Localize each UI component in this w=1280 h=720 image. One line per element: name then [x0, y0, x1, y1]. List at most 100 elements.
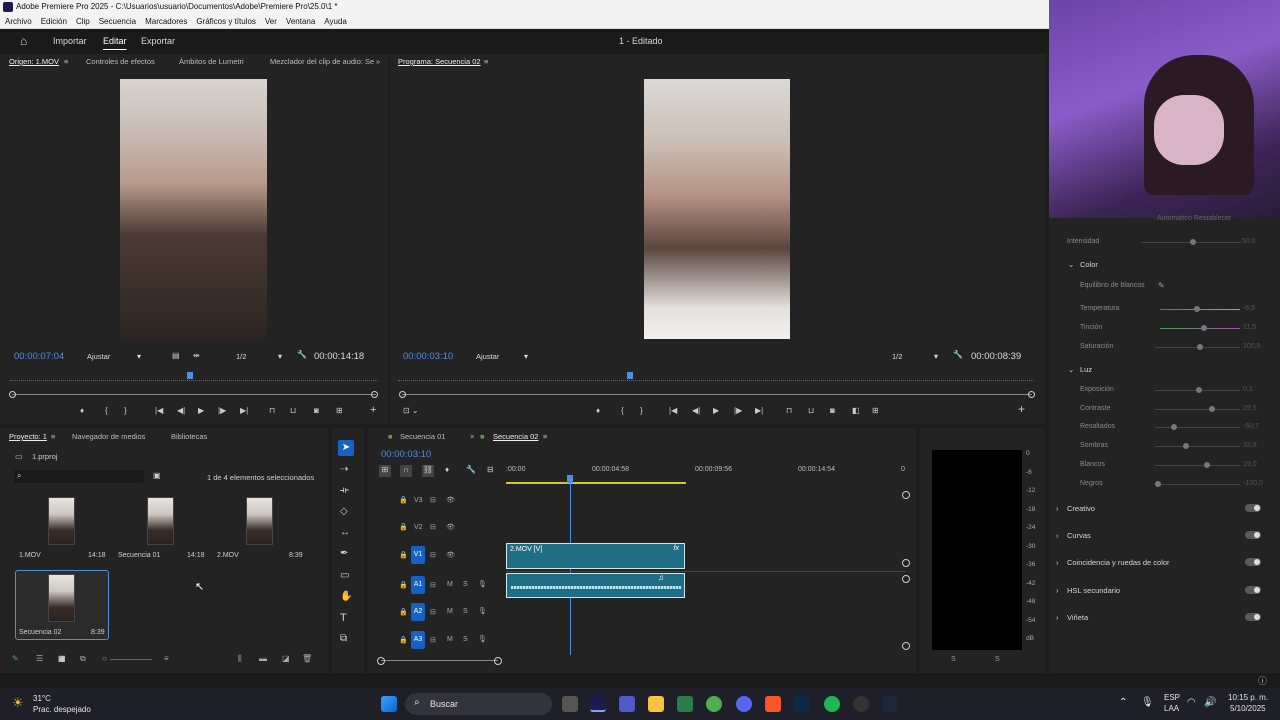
menu-clip[interactable]: Clip	[76, 14, 90, 28]
chevron-down-icon[interactable]: ⌄	[1068, 260, 1074, 269]
solo-right[interactable]: S	[995, 656, 1000, 663]
teams-icon[interactable]	[619, 696, 635, 712]
color-wheels-toggle[interactable]	[1245, 558, 1261, 566]
blacks-knob[interactable]	[1155, 481, 1161, 487]
nest-icon[interactable]: ⊞	[379, 465, 391, 477]
play-icon[interactable]: ▶	[713, 406, 719, 415]
tab-program[interactable]: Programa: Secuencia 02	[398, 54, 481, 70]
solo-left[interactable]: S	[951, 656, 956, 663]
zoom-handle-left[interactable]	[9, 391, 16, 398]
chevron-right-icon[interactable]: ›	[1056, 504, 1059, 513]
zoom-handle-right[interactable]	[371, 391, 378, 398]
microphone-icon[interactable]: 🎙	[1141, 697, 1154, 708]
chevron-right-icon[interactable]: ›	[1056, 558, 1059, 567]
source-fit-dropdown[interactable]: Ajustar	[87, 351, 141, 363]
timeline-ruler[interactable]: :00:00 00:00:04:58 00:00:09:56 00:00:14:…	[506, 466, 906, 478]
hand-icon[interactable]: ✋	[340, 591, 352, 602]
program-ruler[interactable]	[398, 375, 1034, 381]
sync-icon[interactable]: ⊟	[430, 523, 436, 531]
icon-view-icon[interactable]: ▦	[58, 654, 66, 663]
item-name[interactable]: Secuencia 01	[118, 552, 160, 559]
eye-icon[interactable]: 👁	[446, 523, 455, 531]
sort-icon[interactable]: ≡	[164, 654, 169, 663]
lock-icon[interactable]: 🔒	[399, 636, 408, 644]
program-fit-dropdown[interactable]: Ajustar	[476, 351, 528, 363]
lock-icon[interactable]: 🔒	[399, 496, 408, 504]
zoom-handle-left[interactable]	[399, 391, 406, 398]
shadows-slider[interactable]	[1155, 446, 1240, 447]
source-playhead[interactable]	[187, 372, 193, 379]
mic-icon[interactable]: 🎙	[478, 607, 487, 615]
freeform-view-icon[interactable]: ⧉	[80, 654, 86, 664]
track-label-a1[interactable]: A1	[411, 576, 425, 594]
eye-icon[interactable]: 👁	[446, 551, 455, 559]
contrast-slider[interactable]	[1155, 409, 1240, 410]
new-item-icon[interactable]: ◪	[282, 654, 290, 663]
audio-clip[interactable]: ♫	[506, 573, 685, 598]
exposure-value[interactable]: 0,1	[1243, 386, 1253, 393]
premiere-taskbar-icon[interactable]	[590, 696, 606, 712]
tab-audio-mixer[interactable]: Mezclador del clip de audio: Se	[270, 54, 374, 70]
camera-icon[interactable]: ◙	[314, 406, 319, 415]
timeline-zoom-bar[interactable]	[381, 660, 498, 661]
sync-icon[interactable]: ⊟	[430, 496, 436, 504]
zoom-slider[interactable]	[110, 659, 152, 660]
new-bin-icon[interactable]: ▣	[153, 471, 161, 480]
menu-edicion[interactable]: Edición	[41, 14, 67, 28]
add-icon[interactable]: +	[1018, 402, 1025, 416]
step-back-icon[interactable]: ◀|	[692, 406, 700, 415]
mark-out-icon[interactable]: }	[640, 406, 643, 415]
chevron-up-icon[interactable]: ⌃	[1119, 697, 1127, 708]
button-editor-icon[interactable]: ⊞	[336, 406, 343, 415]
timeline-timecode[interactable]: 00:00:03:10	[381, 449, 431, 460]
temperature[interactable]: 31°C	[33, 694, 51, 703]
shadows-value[interactable]: 32,8	[1243, 442, 1257, 449]
menu-graficos[interactable]: Gráficos y títulos	[196, 14, 256, 28]
chrome-icon[interactable]	[706, 696, 722, 712]
track-label-a2[interactable]: A2	[411, 603, 425, 621]
mark-in-icon[interactable]: {	[621, 406, 624, 415]
taskbar-search[interactable]: ⌕ Buscar	[405, 693, 552, 715]
add-marker-icon[interactable]: ♦	[445, 465, 449, 474]
chevron-down-icon[interactable]: ⌄	[1068, 365, 1074, 374]
insert-icon[interactable]: ⇹	[193, 351, 200, 360]
menu-ayuda[interactable]: Ayuda	[324, 14, 347, 28]
mark-out-icon[interactable]: }	[124, 406, 127, 415]
shadows-knob[interactable]	[1183, 443, 1189, 449]
color-section-title[interactable]: Color	[1080, 260, 1098, 269]
sync-icon[interactable]: ⊟	[430, 636, 436, 644]
step-forward-icon[interactable]: |▶	[218, 406, 226, 415]
type-icon[interactable]: T	[340, 612, 347, 624]
obs-icon[interactable]	[853, 696, 869, 712]
list-view-icon[interactable]: ☰	[36, 654, 43, 663]
item-name[interactable]: Secuencia 02	[19, 629, 61, 636]
track-label-v2[interactable]: V2	[414, 524, 423, 531]
tint-slider[interactable]	[1160, 328, 1240, 329]
tab-source[interactable]: Origen: 1.MOV	[9, 54, 59, 70]
sync-icon[interactable]: ⊟	[430, 608, 436, 616]
highlights-value[interactable]: -60,7	[1243, 423, 1259, 430]
curves-section[interactable]: Curvas	[1067, 531, 1091, 540]
lock-icon[interactable]: 🔒	[399, 581, 408, 589]
insert-clip-icon[interactable]: ⊓	[269, 406, 275, 415]
timeline-zoom-left[interactable]	[377, 657, 385, 665]
task-view-icon[interactable]	[562, 696, 578, 712]
tab-libraries[interactable]: Bibliotecas	[171, 428, 207, 446]
saturation-value[interactable]: 100,0	[1243, 343, 1261, 350]
file-explorer-icon[interactable]	[648, 696, 664, 712]
play-icon[interactable]: ▶	[198, 406, 204, 415]
lock-icon[interactable]: 🔒	[399, 551, 408, 559]
overwrite-icon[interactable]: ⊔	[290, 406, 296, 415]
chevron-right-icon[interactable]: ›	[1056, 531, 1059, 540]
wifi-icon[interactable]: ◠	[1187, 697, 1196, 708]
menu-archivo[interactable]: Archivo	[5, 14, 32, 28]
clock-date[interactable]: 5/10/2025	[1230, 704, 1266, 713]
speaker-icon[interactable]: 🔊	[1204, 697, 1216, 708]
slip-icon[interactable]: ↔	[340, 527, 350, 538]
color-wheels-section[interactable]: Coincidencia y ruedas de color	[1067, 558, 1170, 567]
button-editor-icon[interactable]: ⊞	[872, 406, 879, 415]
exposure-knob[interactable]	[1196, 387, 1202, 393]
contrast-knob[interactable]	[1209, 406, 1215, 412]
hsl-toggle[interactable]	[1245, 586, 1261, 594]
whites-slider[interactable]	[1155, 465, 1240, 466]
